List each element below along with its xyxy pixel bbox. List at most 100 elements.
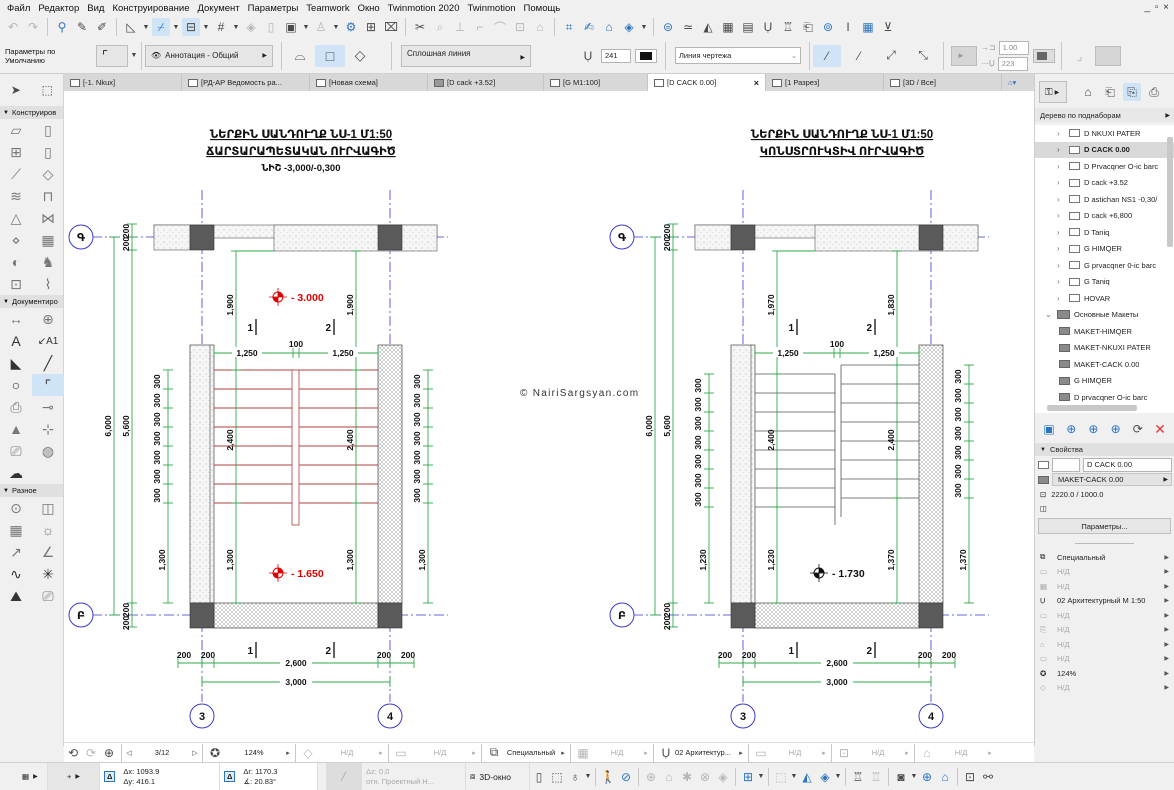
split-icon[interactable]: ✂ bbox=[411, 18, 429, 36]
new-layout-icon[interactable]: ▣ bbox=[1041, 420, 1057, 438]
zoom-back-icon[interactable]: ⟲ bbox=[64, 744, 82, 762]
delta-x[interactable]: Δx: 1093.9 bbox=[123, 767, 159, 777]
drawing-canvas[interactable]: ՆԵՐՔԻՆ ՍԱՆԴՈՒՂՔ ՆՍ-1 Մ1:50 ՃԱՐՏԱՐԱՊԵՏԱԿԱՆ… bbox=[64, 91, 1034, 742]
delta-z[interactable]: Δz: 0.0 bbox=[366, 767, 434, 777]
navigator-item[interactable]: MAKET-NKUXI PATER bbox=[1035, 340, 1174, 357]
roof-icon[interactable]: ⌂ bbox=[531, 18, 549, 36]
menu-window[interactable]: Окно bbox=[354, 3, 384, 14]
layout-name-field[interactable]: D CACK 0.00 bbox=[1083, 457, 1172, 472]
favorites-label[interactable]: Параметры по Умолчанию bbox=[0, 47, 96, 65]
render-settings-icon[interactable]: ◭ bbox=[798, 768, 816, 786]
gravity-icon[interactable]: ⊟ bbox=[182, 18, 200, 36]
brush-icon[interactable]: ♖ bbox=[779, 18, 797, 36]
snap-point-button[interactable]: + ▶ bbox=[48, 763, 100, 790]
arrow-none-icon[interactable]: ⁄ bbox=[813, 44, 841, 67]
dimension-box-icon[interactable]: ⊞ bbox=[362, 18, 380, 36]
chevron-down-icon[interactable]: ▼ bbox=[757, 773, 765, 780]
chevron-down-icon[interactable]: ▼ bbox=[640, 24, 648, 31]
3d-style-icon[interactable]: ⊞ bbox=[739, 768, 757, 786]
menu-view[interactable]: Вид bbox=[83, 3, 108, 14]
line-geometry-button[interactable]: ⌜ bbox=[96, 44, 128, 67]
angle[interactable]: ∡: 20.83° bbox=[243, 777, 277, 787]
chevron-down-icon[interactable]: ▼ bbox=[142, 24, 150, 31]
arrow-pen-swatch[interactable] bbox=[1032, 48, 1055, 63]
globe-icon[interactable]: ⊕ bbox=[642, 768, 660, 786]
navigator-item[interactable]: › G prvacqner 0-ic barc bbox=[1035, 257, 1174, 274]
redo-icon[interactable]: ↷ bbox=[24, 18, 42, 36]
elevation-icon[interactable]: ▲ bbox=[0, 418, 32, 440]
slab-icon[interactable]: ◇ bbox=[32, 163, 64, 185]
tab-new-schema[interactable]: [Новая схема] bbox=[310, 74, 428, 91]
cutaway-icon[interactable]: ⊗ bbox=[696, 768, 714, 786]
detail-icon[interactable]: ⎚ bbox=[0, 440, 32, 462]
fit-icon[interactable]: ◈ bbox=[714, 768, 732, 786]
parameters-button[interactable]: Параметры... bbox=[1038, 518, 1171, 534]
corner-icon[interactable]: ⌟ bbox=[1071, 47, 1089, 65]
arrow-start-icon[interactable]: ⁄ bbox=[845, 45, 873, 67]
orientation-value[interactable]: Н/Д bbox=[317, 748, 377, 757]
beam-icon[interactable]: ⟋ bbox=[0, 163, 32, 185]
label-icon[interactable]: ↙A1 bbox=[32, 330, 64, 352]
model-view-value[interactable]: Н/Д bbox=[770, 748, 820, 757]
chevron-right-icon[interactable]: ▸ bbox=[986, 749, 994, 757]
chevron-down-icon[interactable]: ▼ bbox=[302, 24, 310, 31]
undo-icon[interactable]: ↶ bbox=[4, 18, 22, 36]
menu-options[interactable]: Параметры bbox=[244, 3, 303, 14]
arrow-end-icon[interactable]: ⤢ bbox=[877, 45, 905, 67]
new-master-icon[interactable]: ⊕ bbox=[1063, 420, 1079, 438]
chevron-right-icon[interactable]: › bbox=[1057, 294, 1065, 303]
perspective-icon[interactable]: ⬚ bbox=[548, 768, 566, 786]
find-select-icon[interactable]: ⚲ bbox=[53, 18, 71, 36]
property-row[interactable]: ⎘ Н/Д ▶ bbox=[1035, 623, 1174, 638]
composite-icon[interactable]: ▦ bbox=[719, 18, 737, 36]
override-value[interactable]: Н/Д bbox=[853, 748, 903, 757]
chevron-down-icon[interactable]: ▼ bbox=[834, 773, 842, 780]
explore-icon[interactable]: ⊘ bbox=[617, 768, 635, 786]
master-layout-select[interactable]: MAKET-CACK 0.00 ▶ bbox=[1052, 473, 1172, 486]
angle-dimension-icon[interactable]: ∠ bbox=[32, 541, 64, 563]
grid-icon[interactable]: # bbox=[212, 18, 230, 36]
eyedropper-icon[interactable]: ✎ bbox=[73, 18, 91, 36]
chevron-down-icon[interactable]: ▼ bbox=[332, 24, 340, 31]
curtain-wall-icon[interactable]: ▦ bbox=[32, 229, 64, 251]
tab-list-button[interactable]: ⌂▾ bbox=[1002, 74, 1034, 91]
snap-guides-icon[interactable]: ⌿ bbox=[152, 18, 170, 36]
extend-icon[interactable]: ⊥ bbox=[451, 18, 469, 36]
3d-window-button[interactable]: ⧈ 3D-окно bbox=[466, 763, 530, 790]
chevron-right-icon[interactable]: ▸ bbox=[470, 749, 478, 757]
arrow-scale-input[interactable]: 1.00 bbox=[998, 40, 1029, 55]
dimension-standard-value[interactable]: Н/Д bbox=[410, 748, 470, 757]
menu-twinmotion-2020[interactable]: Twinmotion 2020 bbox=[384, 3, 464, 14]
drawing-icon[interactable]: ⎙ bbox=[0, 396, 32, 418]
menu-help[interactable]: Помощь bbox=[520, 3, 565, 14]
tab-vedomost[interactable]: [РД-АР Ведомость ра... bbox=[182, 74, 310, 91]
building-icon[interactable]: ⌂ bbox=[936, 768, 954, 786]
navigator-mode-button[interactable]: ⚿ ▶ bbox=[1039, 81, 1067, 103]
chevron-down-icon[interactable]: ▼ bbox=[130, 52, 138, 59]
navigator-item[interactable]: G HIMQER bbox=[1035, 373, 1174, 390]
snap-grid-button[interactable]: ▦ ▶ bbox=[0, 763, 48, 790]
grid-element-icon[interactable]: ⊙ bbox=[0, 497, 32, 519]
home-add-icon[interactable]: ⌂ bbox=[600, 18, 618, 36]
navigator-item[interactable]: › D CACK 0.00 bbox=[1035, 141, 1174, 158]
object-icon[interactable]: ♞ bbox=[32, 251, 64, 273]
polygon-method-icon[interactable]: ⌓ bbox=[285, 45, 315, 67]
photo-render-icon[interactable]: ⊕ bbox=[918, 768, 936, 786]
arrow-select-icon[interactable]: ➤ bbox=[7, 81, 25, 99]
pen-icon[interactable]: Ụ bbox=[759, 18, 777, 36]
resize-icon[interactable]: ⊡ bbox=[511, 18, 529, 36]
line-type-selector[interactable]: Сплошная линия ▶ bbox=[401, 44, 531, 67]
zone-icon[interactable]: ⊡ bbox=[0, 273, 32, 295]
window-icon[interactable]: ⊞ bbox=[0, 141, 32, 163]
surface-icon[interactable]: ≃ bbox=[679, 18, 697, 36]
scale-value[interactable]: Н/Д bbox=[592, 748, 642, 757]
tab-nkux[interactable]: [-1. Nkux] bbox=[64, 74, 182, 91]
railing-icon[interactable]: ⊓ bbox=[32, 185, 64, 207]
chevron-down-icon[interactable]: ▼ bbox=[172, 24, 180, 31]
fill-icon[interactable]: ◣ bbox=[0, 352, 32, 374]
menu-file[interactable]: Файл bbox=[3, 3, 34, 14]
tab-d-cack-000[interactable]: [D CACK 0.00] × bbox=[648, 74, 766, 91]
cross-icon[interactable]: ⌧ bbox=[382, 18, 400, 36]
delta-r[interactable]: Δr: 1170.3 bbox=[243, 767, 277, 777]
delta-toggle-icon[interactable]: Δ bbox=[224, 771, 236, 782]
